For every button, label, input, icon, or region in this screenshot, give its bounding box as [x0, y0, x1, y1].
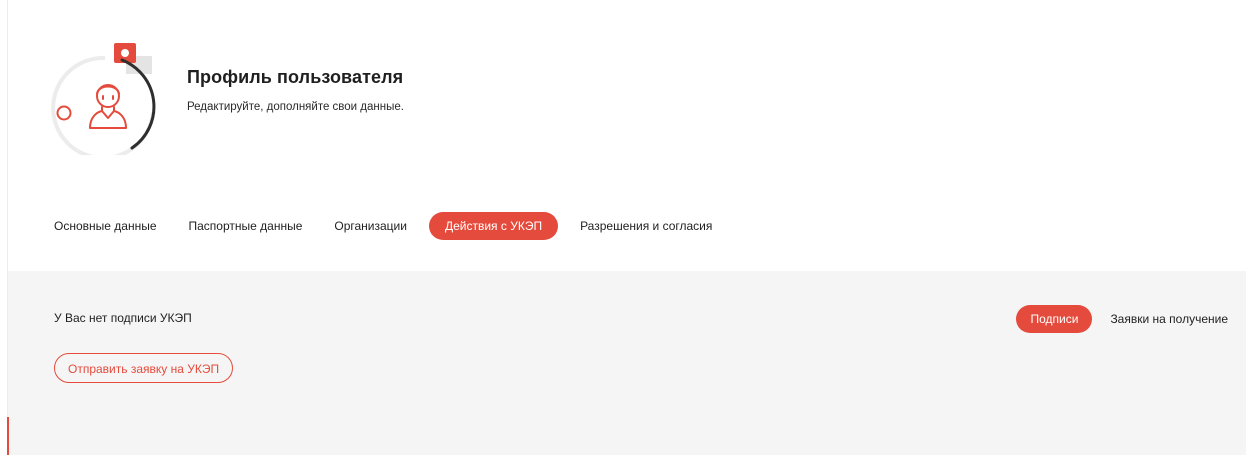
ring-marker	[56, 105, 72, 121]
ukep-panel: У Вас нет подписи УКЭП Отправить заявку …	[8, 271, 1246, 455]
header-text: Профиль пользователя Редактируйте, допол…	[187, 67, 404, 113]
tab-basic-data[interactable]: Основные данные	[44, 212, 167, 240]
subtab-signatures[interactable]: Подписи	[1016, 305, 1093, 333]
tab-organizations[interactable]: Организации	[324, 212, 417, 240]
profile-tabs: Основные данные Паспортные данные Органи…	[44, 212, 734, 240]
send-ukep-request-button[interactable]: Отправить заявку на УКЭП	[54, 353, 234, 383]
left-accent-marker	[7, 417, 9, 455]
page-subtitle: Редактируйте, дополняйте свои данные.	[187, 101, 404, 113]
subtab-requests[interactable]: Заявки на получение	[1100, 305, 1238, 333]
tab-passport-data[interactable]: Паспортные данные	[179, 212, 313, 240]
profile-header: Профиль пользователя Редактируйте, допол…	[0, 0, 1246, 200]
tab-permissions-consents[interactable]: Разрешения и согласия	[570, 212, 722, 240]
ukep-status-text: У Вас нет подписи УКЭП	[54, 311, 192, 325]
user-avatar-icon	[89, 84, 127, 129]
ukep-subtabs: Подписи Заявки на получение	[1016, 305, 1238, 333]
page-title: Профиль пользователя	[187, 67, 404, 87]
tab-ukep-actions[interactable]: Действия с УКЭП	[428, 212, 559, 240]
avatar-illustration	[51, 43, 156, 155]
